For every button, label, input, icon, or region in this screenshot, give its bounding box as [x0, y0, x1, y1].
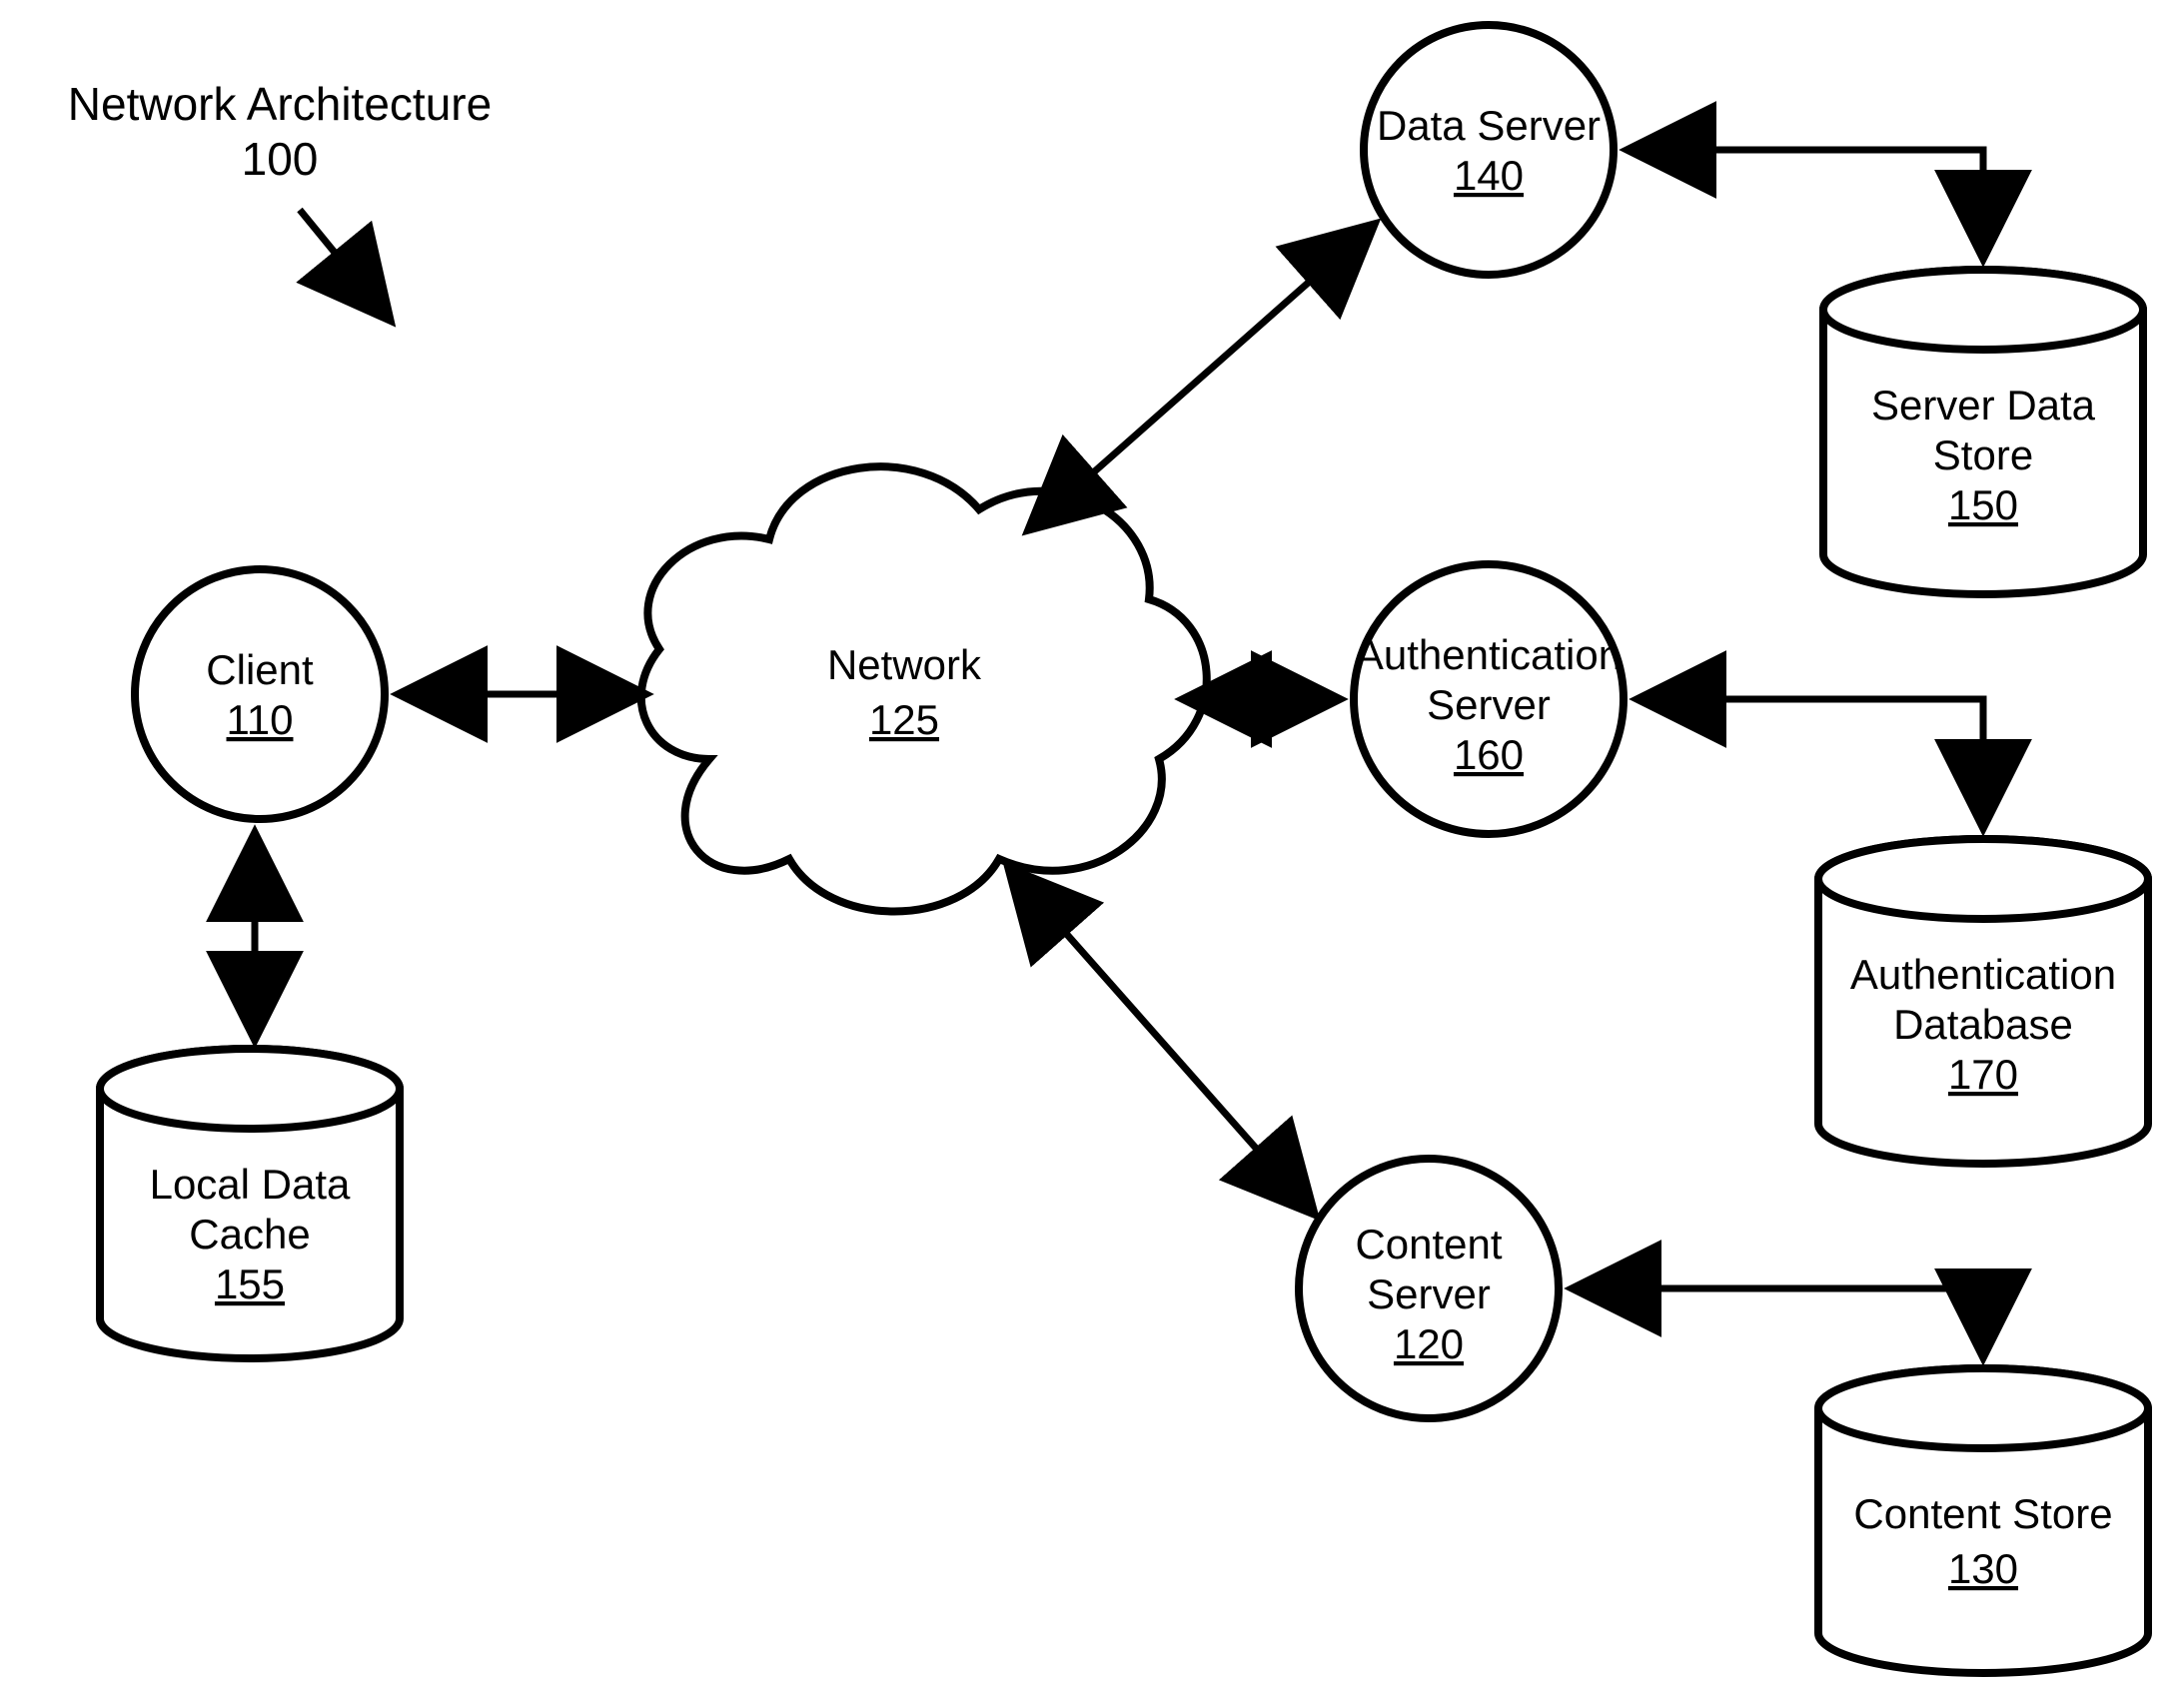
server-store-num: 150 — [1948, 481, 2018, 528]
local-cache-node: Local Data Cache 155 — [100, 1049, 400, 1358]
content-store-num: 130 — [1948, 1545, 2018, 1592]
data-server-node: Data Server 140 — [1364, 25, 1614, 275]
title-pointer-icon — [300, 210, 390, 320]
circle-icon — [135, 569, 385, 819]
title-label: Network Architecture — [68, 78, 492, 130]
auth-db-node: Authentication Database 170 — [1818, 839, 2148, 1164]
diagram-canvas: Network Architecture 100 Network 125 Cli… — [0, 0, 2184, 1685]
client-num: 110 — [227, 696, 294, 743]
auth-server-num: 160 — [1454, 731, 1524, 778]
connector-contentserver-store — [1574, 1288, 1983, 1356]
data-server-label: Data Server — [1377, 102, 1601, 149]
content-server-label-1: Content — [1355, 1221, 1502, 1267]
local-cache-label-1: Local Data — [150, 1161, 351, 1208]
content-store-node: Content Store 130 — [1818, 1368, 2148, 1673]
server-store-label-2: Store — [1933, 431, 2033, 478]
cylinder-top-icon2 — [100, 1049, 400, 1129]
diagram-title: Network Architecture 100 — [68, 78, 492, 320]
connector-authserver-db — [1638, 699, 1983, 827]
connector-dataserver-store — [1629, 150, 1983, 258]
data-server-num: 140 — [1454, 152, 1524, 199]
local-cache-num: 155 — [215, 1261, 285, 1307]
content-server-node: Content Server 120 — [1299, 1159, 1559, 1418]
auth-db-num: 170 — [1948, 1051, 2018, 1098]
cylinder-top-icon2 — [1823, 270, 2143, 350]
cylinder-top-icon2 — [1818, 1368, 2148, 1448]
client-node: Client 110 — [135, 569, 385, 819]
auth-server-label-2: Server — [1427, 681, 1551, 728]
local-cache-label-2: Cache — [189, 1211, 310, 1258]
content-server-label-2: Server — [1367, 1270, 1491, 1317]
content-server-num: 120 — [1394, 1320, 1464, 1367]
auth-db-label-1: Authentication — [1850, 951, 2116, 998]
network-num: 125 — [869, 696, 939, 743]
server-store-node: Server Data Store 150 — [1823, 270, 2143, 594]
cloud-icon — [641, 466, 1207, 911]
auth-db-label-2: Database — [1893, 1001, 2073, 1048]
cylinder-top-icon2 — [1818, 839, 2148, 919]
client-label: Client — [206, 646, 314, 693]
network-label: Network — [827, 641, 982, 688]
connector-network-contentserver — [1009, 869, 1314, 1214]
server-store-label-1: Server Data — [1871, 382, 2096, 428]
connector-network-dataserver — [1029, 225, 1374, 529]
network-cloud: Network 125 — [641, 466, 1207, 911]
auth-server-label-1: Authentication — [1356, 631, 1622, 678]
circle-icon — [1364, 25, 1614, 275]
content-store-label: Content Store — [1853, 1490, 2112, 1537]
title-num: 100 — [242, 133, 319, 185]
auth-server-node: Authentication Server 160 — [1354, 564, 1624, 834]
